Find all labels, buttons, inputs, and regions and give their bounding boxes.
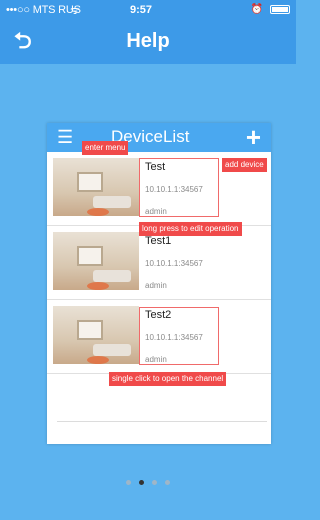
page-dot-active[interactable]: [139, 480, 144, 485]
status-right: ⏰: [251, 4, 290, 15]
battery-icon: [270, 4, 290, 14]
device-row[interactable]: Test2 10.10.1.1:34567 admin: [47, 301, 271, 374]
device-user: admin: [145, 207, 167, 216]
nav-bar: ⮌ Help: [0, 20, 296, 64]
device-name: Test: [145, 161, 166, 173]
page-dot[interactable]: [126, 480, 131, 485]
wifi-icon: ᯤ: [70, 5, 81, 17]
clock: 9:57: [130, 4, 153, 16]
device-address: 10.10.1.1:34567: [145, 259, 203, 268]
camera-thumbnail: [53, 232, 139, 290]
page-title: Help: [126, 30, 170, 52]
tip-long-press: long press to edit operation: [139, 222, 242, 236]
menu-icon[interactable]: ☰: [57, 127, 73, 147]
device-list-header: ☰ DeviceList +: [47, 123, 271, 152]
device-row[interactable]: Test1 10.10.1.1:34567 admin: [47, 227, 271, 300]
page-dot[interactable]: [165, 480, 170, 485]
divider: [57, 421, 267, 422]
tip-single-click: single click to open the channel: [109, 372, 227, 386]
page-dot[interactable]: [152, 480, 157, 485]
device-user: admin: [145, 281, 167, 290]
device-name: Test1: [145, 235, 172, 247]
device-address: 10.10.1.1:34567: [145, 333, 203, 342]
alarm-icon: ⏰: [250, 4, 264, 15]
status-bar: •••○○ MTS RUS ᯤ 9:57 ⏰: [0, 0, 296, 20]
page-indicator: [0, 480, 296, 485]
tip-add-device: add device: [222, 158, 267, 172]
device-name: Test2: [145, 309, 172, 321]
plus-icon[interactable]: +: [246, 123, 261, 151]
tip-enter-menu: enter menu: [82, 141, 129, 155]
device-address: 10.10.1.1:34567: [145, 185, 203, 194]
device-user: admin: [145, 355, 167, 364]
camera-thumbnail: [53, 158, 139, 216]
camera-thumbnail: [53, 306, 139, 364]
